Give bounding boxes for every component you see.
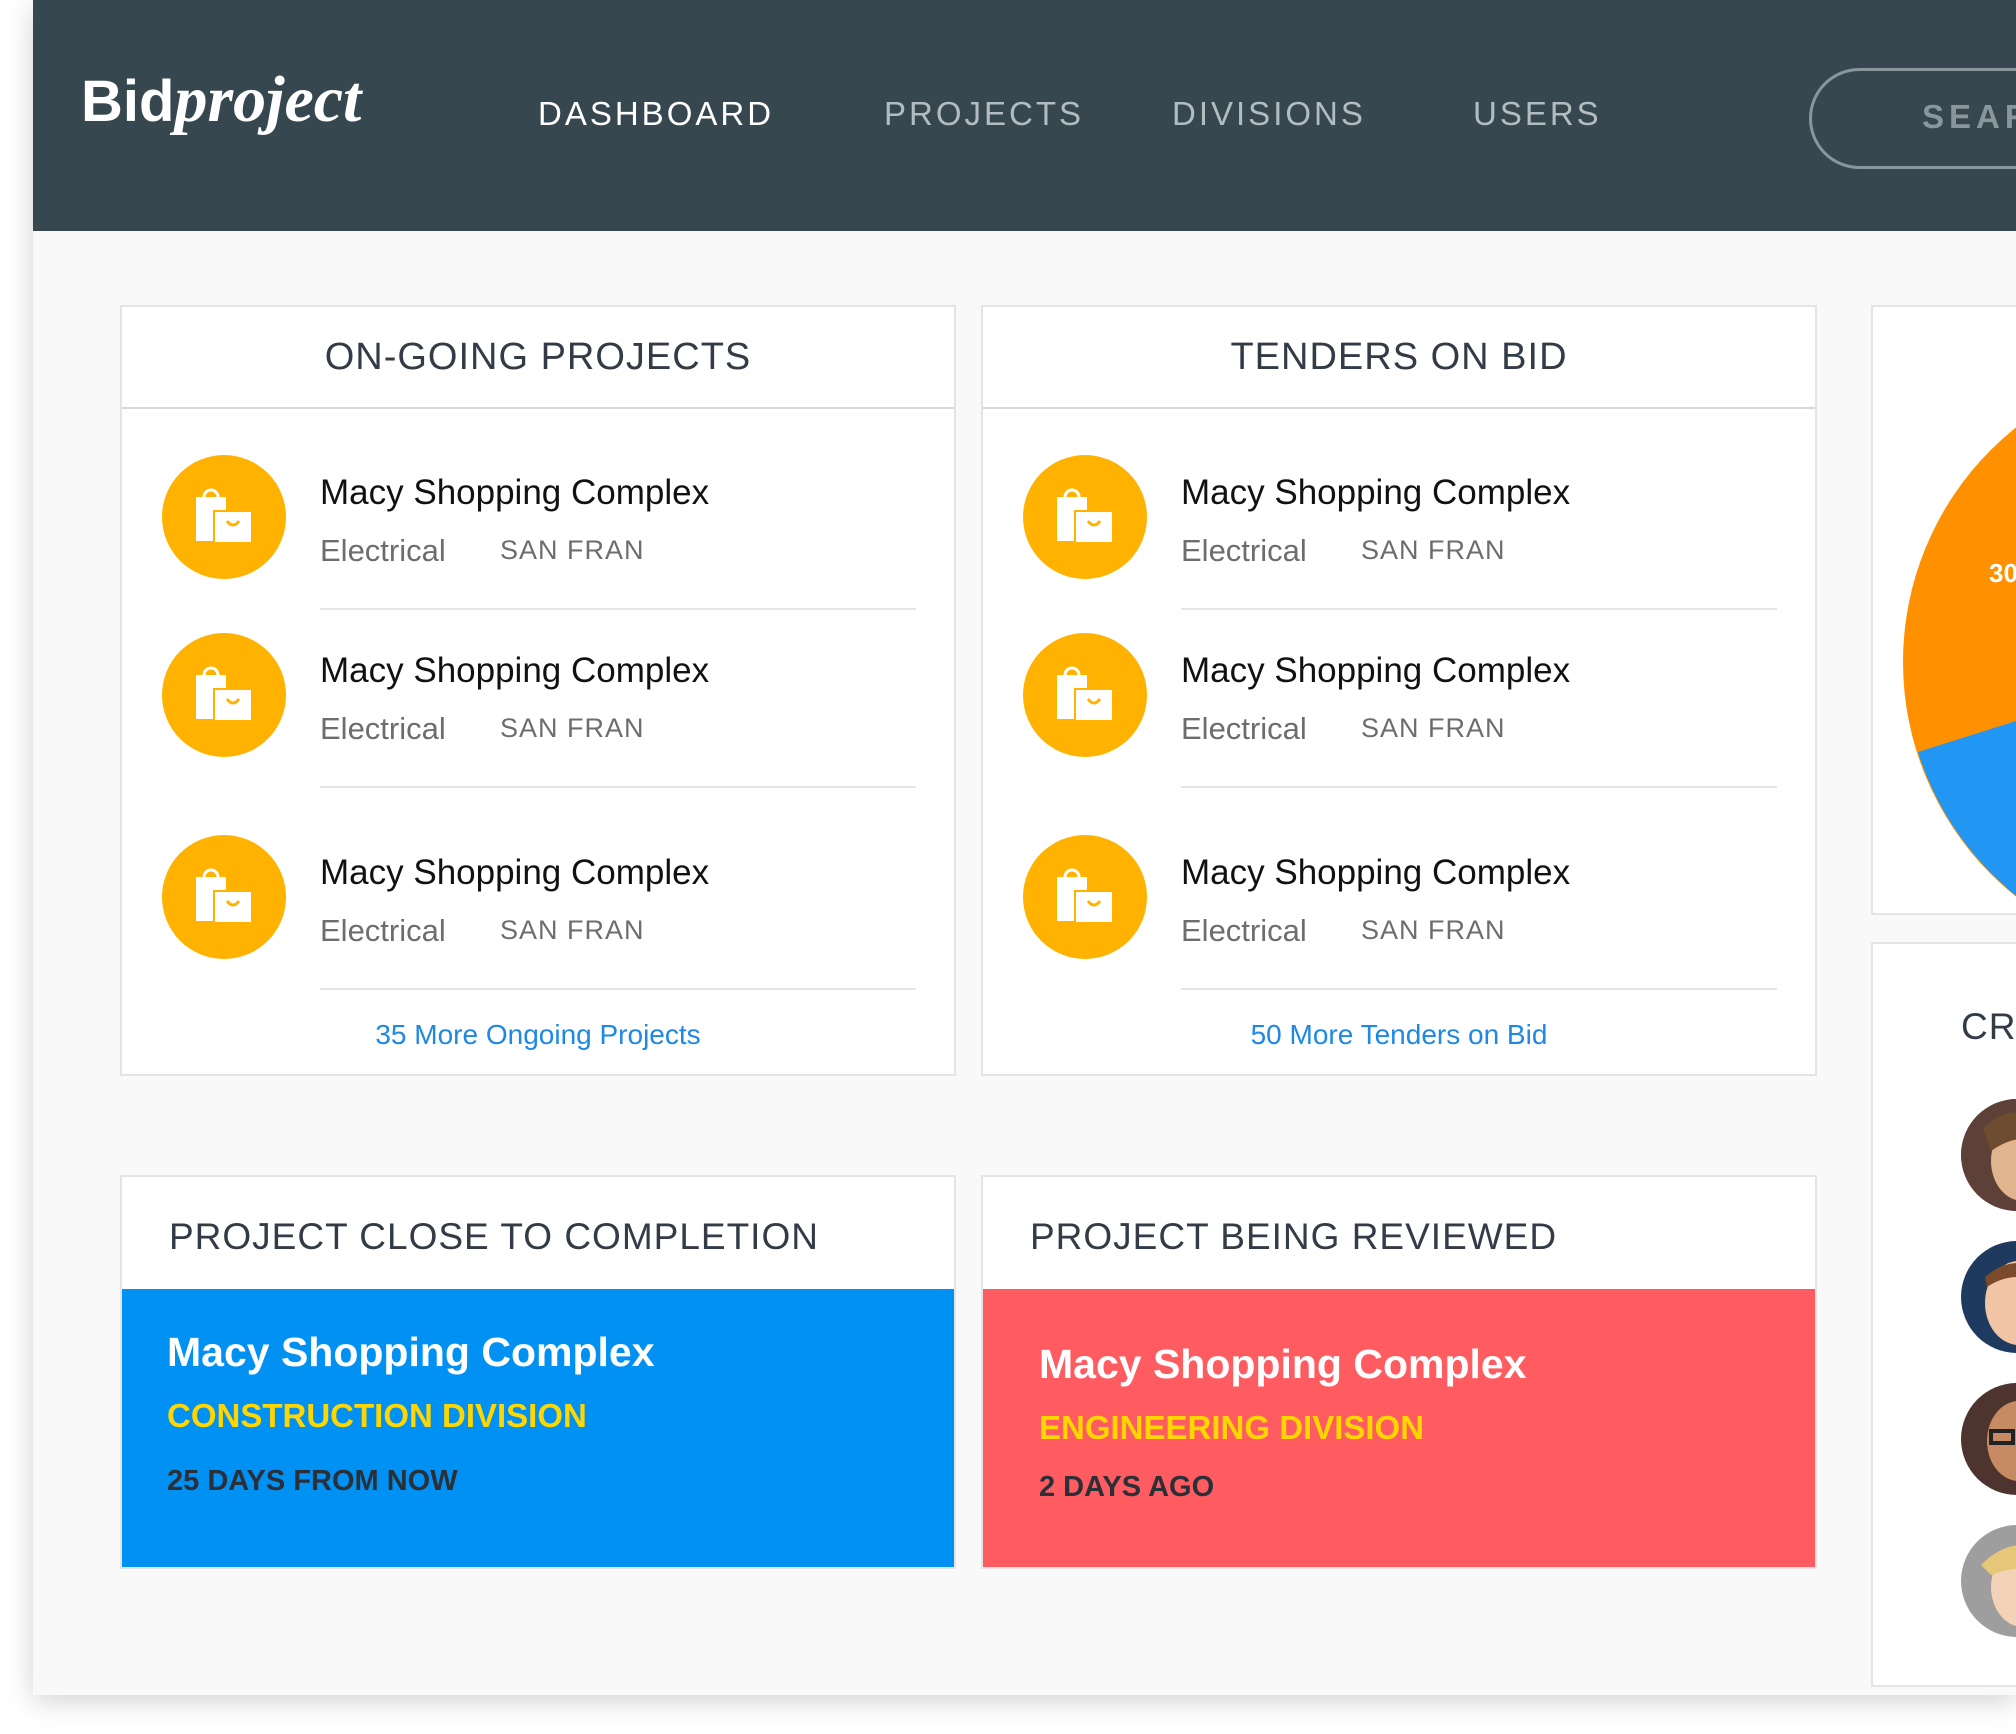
nav-divisions[interactable]: DIVISIONS bbox=[1172, 95, 1366, 133]
divider bbox=[320, 786, 916, 788]
tender-name: Macy Shopping Complex bbox=[1181, 651, 1571, 690]
person-photo bbox=[1961, 1525, 2016, 1637]
pie-chart: 30 bbox=[1903, 427, 2016, 897]
list-item[interactable]: Macy Shopping Complex Electrical SAN FRA… bbox=[983, 633, 1815, 813]
person-photo bbox=[1961, 1383, 2016, 1495]
dashboard-app: Bidproject DASHBOARD PROJECTS DIVISIONS … bbox=[33, 0, 2016, 1695]
completion-panel: Macy Shopping Complex CONSTRUCTION DIVIS… bbox=[122, 1289, 954, 1567]
nav-users[interactable]: USERS bbox=[1473, 95, 1602, 133]
divider bbox=[320, 988, 916, 990]
tender-avatar bbox=[1023, 455, 1147, 579]
divider bbox=[1181, 608, 1777, 610]
project-avatar bbox=[162, 835, 286, 959]
nav-dashboard[interactable]: DASHBOARD bbox=[538, 95, 774, 133]
nav-projects[interactable]: PROJECTS bbox=[884, 95, 1084, 133]
tender-avatar bbox=[1023, 633, 1147, 757]
divider bbox=[320, 608, 916, 610]
person-photo bbox=[1961, 1241, 2016, 1353]
shopping-bags-icon bbox=[196, 666, 253, 722]
project-avatar bbox=[162, 633, 286, 757]
tender-category: Electrical bbox=[1181, 533, 1307, 568]
card-title: PROJECT CLOSE TO COMPLETION bbox=[169, 1216, 819, 1257]
more-ongoing-link[interactable]: 35 More Ongoing Projects bbox=[122, 1019, 954, 1051]
project-name: Macy Shopping Complex bbox=[320, 651, 710, 690]
shopping-bags-icon bbox=[1057, 666, 1114, 722]
tender-location: SAN FRAN bbox=[1361, 915, 1506, 945]
tender-location: SAN FRAN bbox=[1361, 535, 1506, 565]
brand-logo[interactable]: Bidproject bbox=[81, 62, 361, 138]
list-item[interactable]: Macy Shopping Complex Electrical SAN FRA… bbox=[122, 455, 954, 635]
project-name: Macy Shopping Complex bbox=[320, 853, 710, 892]
time-label: 25 DAYS FROM NOW bbox=[167, 1465, 458, 1497]
project-category: Electrical bbox=[320, 913, 446, 948]
project-name: Macy Shopping Complex bbox=[1039, 1341, 1527, 1387]
tender-name: Macy Shopping Complex bbox=[1181, 853, 1571, 892]
shopping-bags-icon bbox=[196, 868, 253, 924]
creators-card: CREATORS bbox=[1871, 942, 2016, 1687]
card-title: CREATORS bbox=[1961, 1006, 2016, 1047]
shopping-bags-icon bbox=[1057, 868, 1114, 924]
card-title: TENDERS ON BID bbox=[983, 307, 1815, 409]
person-photo bbox=[1961, 1099, 2016, 1211]
more-tenders-link[interactable]: 50 More Tenders on Bid bbox=[983, 1019, 1815, 1051]
search-button[interactable]: SEARCH bbox=[1809, 68, 2016, 169]
division-label: CONSTRUCTION DIVISION bbox=[167, 1397, 587, 1434]
project-name: Macy Shopping Complex bbox=[167, 1329, 655, 1375]
list-item[interactable]: Macy Shopping Complex Electrical SAN FRA… bbox=[122, 633, 954, 813]
project-location: SAN FRAN bbox=[500, 915, 645, 945]
project-avatar bbox=[162, 455, 286, 579]
review-panel: Macy Shopping Complex ENGINEERING DIVISI… bbox=[983, 1289, 1815, 1567]
list-item[interactable]: Macy Shopping Complex Electrical SAN FRA… bbox=[983, 455, 1815, 635]
tender-location: SAN FRAN bbox=[1361, 713, 1506, 743]
project-location: SAN FRAN bbox=[500, 713, 645, 743]
project-category: Electrical bbox=[320, 533, 446, 568]
avatar[interactable] bbox=[1961, 1525, 2016, 1637]
pie-label: 30 bbox=[1989, 558, 2016, 588]
completion-card[interactable]: PROJECT CLOSE TO COMPLETION Macy Shoppin… bbox=[120, 1175, 956, 1569]
list-item[interactable]: Macy Shopping Complex Electrical SAN FRA… bbox=[983, 835, 1815, 1015]
project-name: Macy Shopping Complex bbox=[320, 473, 710, 512]
avatar[interactable] bbox=[1961, 1241, 2016, 1353]
tender-avatar bbox=[1023, 835, 1147, 959]
search-label: SEARCH bbox=[1922, 98, 2016, 135]
divider bbox=[1181, 988, 1777, 990]
list-item[interactable]: Macy Shopping Complex Electrical SAN FRA… bbox=[122, 835, 954, 1015]
project-location: SAN FRAN bbox=[500, 535, 645, 565]
card-title: ON-GOING PROJECTS bbox=[122, 307, 954, 409]
shopping-bags-icon bbox=[1057, 488, 1114, 544]
shopping-bags-icon bbox=[196, 488, 253, 544]
division-label: ENGINEERING DIVISION bbox=[1039, 1409, 1425, 1446]
top-navbar: Bidproject DASHBOARD PROJECTS DIVISIONS … bbox=[33, 0, 2016, 231]
tenders-on-bid-card: TENDERS ON BID Macy Shopping Complex Ele… bbox=[981, 305, 1817, 1076]
brand-part-2: project bbox=[174, 63, 362, 136]
avatar[interactable] bbox=[1961, 1383, 2016, 1495]
tender-category: Electrical bbox=[1181, 913, 1307, 948]
divider bbox=[1181, 786, 1777, 788]
time-label: 2 DAYS AGO bbox=[1039, 1471, 1215, 1503]
ongoing-projects-card: ON-GOING PROJECTS Macy Shopping Complex … bbox=[120, 305, 956, 1076]
tender-category: Electrical bbox=[1181, 711, 1307, 746]
avatar[interactable] bbox=[1961, 1099, 2016, 1211]
pie-chart-card: 30 bbox=[1871, 305, 2016, 915]
project-category: Electrical bbox=[320, 711, 446, 746]
brand-part-1: Bid bbox=[81, 69, 175, 134]
review-card[interactable]: PROJECT BEING REVIEWED Macy Shopping Com… bbox=[981, 1175, 1817, 1569]
tender-name: Macy Shopping Complex bbox=[1181, 473, 1571, 512]
card-title: PROJECT BEING REVIEWED bbox=[1030, 1216, 1558, 1257]
